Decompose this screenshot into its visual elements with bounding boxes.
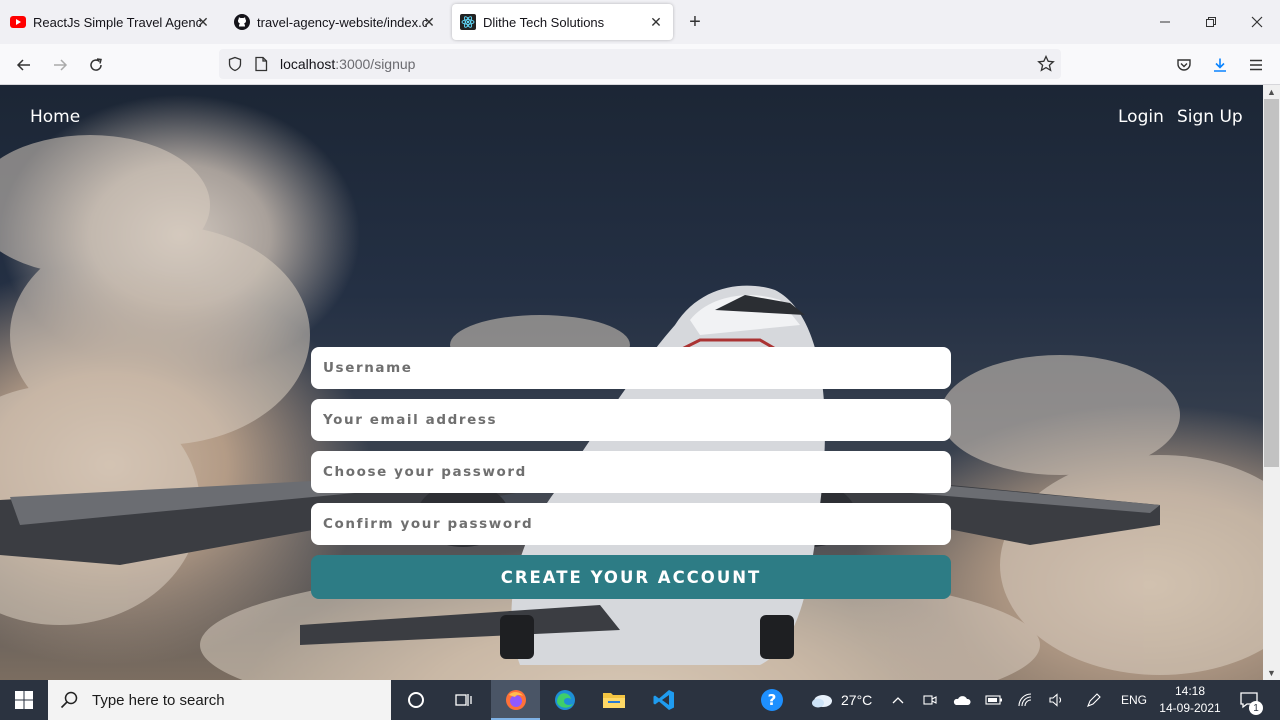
email-field-wrapper	[311, 399, 951, 441]
close-tab-icon[interactable]: ✕	[194, 13, 212, 31]
password-input[interactable]	[323, 464, 939, 480]
weather-widget[interactable]: 27°C	[810, 680, 872, 720]
password-field-wrapper	[311, 451, 951, 493]
onedrive-icon[interactable]	[950, 680, 974, 720]
notification-count-badge: 1	[1249, 701, 1263, 715]
menu-hamburger-icon[interactable]	[1243, 52, 1269, 78]
cloud-weather-icon	[810, 691, 834, 709]
username-field-wrapper	[311, 347, 951, 389]
minimize-icon[interactable]	[1153, 10, 1177, 34]
volume-icon[interactable]	[1045, 680, 1069, 720]
browser-tab-strip: ReactJs Simple Travel Agency La ✕ travel…	[0, 0, 1280, 44]
vscode-icon[interactable]	[640, 680, 688, 720]
react-icon	[460, 14, 476, 30]
notification-center-icon[interactable]: 1	[1234, 680, 1264, 720]
help-question-icon[interactable]: ?	[748, 680, 796, 720]
tab-title: Dlithe Tech Solutions	[483, 14, 605, 30]
confirm-password-input[interactable]	[323, 516, 939, 532]
forward-arrow-icon[interactable]	[47, 52, 73, 78]
cortana-icon[interactable]	[392, 680, 440, 720]
scroll-down-arrow-icon[interactable]: ▼	[1263, 666, 1280, 680]
scroll-up-arrow-icon[interactable]: ▲	[1263, 85, 1280, 99]
nav-login-link[interactable]: Login	[1118, 107, 1164, 127]
email-input[interactable]	[323, 412, 939, 428]
windows-taskbar: Type here to search ? 27°C ENG 14:18 14-…	[0, 680, 1280, 720]
search-icon	[60, 691, 78, 709]
firefox-icon[interactable]	[491, 680, 540, 720]
tab-dlithe[interactable]: Dlithe Tech Solutions ✕	[452, 4, 673, 40]
page-info-icon[interactable]	[254, 56, 268, 77]
bookmark-star-icon[interactable]	[1037, 54, 1055, 78]
chevron-up-icon[interactable]	[888, 680, 908, 720]
new-tab-plus-icon[interactable]: +	[684, 11, 706, 33]
url-host: localhost	[280, 56, 336, 72]
close-tab-icon[interactable]: ✕	[647, 13, 665, 31]
nav-signup-link[interactable]: Sign Up	[1177, 107, 1243, 127]
clock-time: 14:18	[1174, 684, 1206, 698]
url-path: :3000/signup	[335, 56, 416, 72]
youtube-icon	[10, 14, 26, 30]
page-viewport: Home Login Sign Up CREATE YOUR ACCOUNT	[0, 85, 1263, 680]
nav-home-link[interactable]: Home	[30, 107, 80, 127]
address-bar[interactable]: localhost:3000/signup	[219, 49, 1061, 79]
shield-icon[interactable]	[227, 56, 243, 77]
battery-icon[interactable]	[982, 680, 1006, 720]
edge-icon[interactable]	[541, 680, 589, 720]
close-tab-icon[interactable]: ✕	[420, 13, 438, 31]
username-input[interactable]	[323, 360, 939, 376]
pen-icon[interactable]	[1082, 680, 1106, 720]
clock-date: 14-09-2021	[1159, 701, 1221, 715]
restore-icon[interactable]	[1199, 10, 1223, 34]
pocket-icon[interactable]	[1171, 52, 1197, 78]
page-scrollbar[interactable]: ▲ ▼	[1263, 85, 1280, 680]
windows-start-icon[interactable]	[0, 680, 48, 720]
github-icon	[234, 14, 250, 30]
tab-title: travel-agency-website/index.cs	[257, 14, 427, 30]
back-arrow-icon[interactable]	[11, 52, 37, 78]
downloads-icon[interactable]	[1207, 52, 1233, 78]
url-text: localhost:3000/signup	[280, 56, 415, 72]
svg-text:?: ?	[768, 691, 777, 709]
scroll-thumb[interactable]	[1264, 99, 1279, 467]
weather-temperature: 27°C	[841, 692, 873, 708]
tab-github[interactable]: travel-agency-website/index.cs ✕	[226, 4, 446, 40]
meet-now-icon[interactable]	[918, 680, 942, 720]
tab-youtube[interactable]: ReactJs Simple Travel Agency La ✕	[2, 4, 220, 40]
language-indicator[interactable]: ENG	[1121, 680, 1147, 720]
create-account-button[interactable]: CREATE YOUR ACCOUNT	[311, 555, 951, 599]
file-explorer-icon[interactable]	[590, 680, 638, 720]
wifi-icon[interactable]	[1014, 680, 1038, 720]
tab-title: ReactJs Simple Travel Agency La	[33, 14, 201, 30]
task-view-icon[interactable]	[440, 680, 488, 720]
clock[interactable]: 14:18 14-09-2021	[1158, 680, 1222, 720]
confirm-password-field-wrapper	[311, 503, 951, 545]
browser-toolbar: localhost:3000/signup	[0, 44, 1280, 85]
taskbar-search-box[interactable]: Type here to search	[48, 680, 391, 720]
signup-form: CREATE YOUR ACCOUNT	[311, 347, 951, 599]
search-placeholder: Type here to search	[92, 691, 225, 709]
reload-icon[interactable]	[83, 52, 109, 78]
close-window-icon[interactable]	[1245, 10, 1269, 34]
